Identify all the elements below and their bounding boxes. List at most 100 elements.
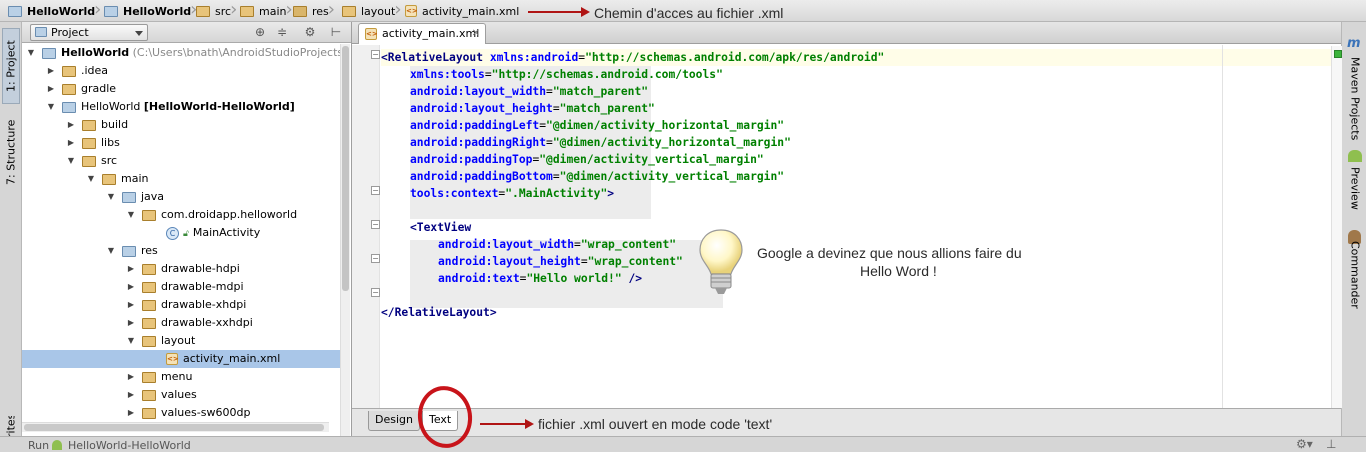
fold-icon[interactable]: − [371,50,380,59]
expand-toggle-icon[interactable]: ▶ [66,116,76,134]
tree-item-values-sw600dp[interactable]: ▶ values-sw600dp [22,404,340,422]
expand-toggle-icon[interactable]: ▶ [126,368,136,386]
breadcrumb-src[interactable]: src › [196,0,237,22]
tree-item-helloworld-project[interactable]: ▼ HelloWorld (C:\Users\bnath\AndroidStudi… [22,44,340,62]
gear-icon[interactable]: ⚙ [302,25,318,40]
expand-toggle-icon[interactable]: ▶ [46,62,56,80]
android-icon [52,440,62,450]
tree-item-idea[interactable]: ▶ .idea [22,62,340,80]
expand-toggle-icon[interactable]: ▶ [126,386,136,404]
code-line: <RelativeLayout xmlns:android="http://sc… [381,51,885,64]
collapse-icon[interactable]: ≑ [274,25,290,40]
android-icon [1348,150,1362,162]
gear-icon[interactable]: ⚙▾ [1296,437,1313,451]
project-view-selector[interactable]: Project [30,24,148,41]
expand-toggle-icon[interactable]: ▶ [126,404,136,422]
breadcrumb-module[interactable]: HelloWorld › [104,0,197,22]
tree-item-libs[interactable]: ▶ libs [22,134,340,152]
preview-tab[interactable]: Preview [1346,165,1364,211]
breadcrumb-layout[interactable]: layout › [342,0,402,22]
expand-toggle-icon[interactable]: ▼ [86,170,96,188]
commander-tab[interactable]: Commander [1346,241,1364,309]
folder-icon [142,371,156,383]
folder-icon [82,119,96,131]
expand-toggle-icon[interactable]: ▶ [126,314,136,332]
tree-item-drawable-hdpi[interactable]: ▶ drawable-hdpi [22,260,340,278]
project-horizontal-scrollbar[interactable] [22,422,329,432]
tree-item-helloworld-module[interactable]: ▼ HelloWorld [HelloWorld-HelloWorld] [22,98,340,116]
scrollbar-thumb[interactable] [342,46,349,291]
breadcrumb-file[interactable]: <> activity_main.xml [405,0,519,22]
source-folder-icon [122,191,136,203]
expand-toggle-icon[interactable]: ▼ [66,152,76,170]
module-folder-icon [62,101,76,113]
folder-icon [240,5,254,17]
tree-item-src[interactable]: ▼ src [22,152,340,170]
expand-toggle-icon[interactable]: ▼ [106,188,116,206]
expand-toggle-icon[interactable]: ▼ [126,332,136,350]
annotation-bulb-line1: Google a devinez que nous allions faire … [757,245,1022,261]
tree-item-drawable-mdpi[interactable]: ▶ drawable-mdpi [22,278,340,296]
code-line: android:paddingBottom="@dimen/activity_v… [410,170,785,183]
tree-item-res[interactable]: ▼ res [22,242,340,260]
code-line: </RelativeLayout> [381,306,497,319]
tree-item-java[interactable]: ▼ java [22,188,340,206]
locate-icon[interactable]: ⊕ [252,25,268,40]
project-tool-tab[interactable]: 1: Project [2,28,20,104]
tree-item-drawable-xhdpi[interactable]: ▶ drawable-xhdpi [22,296,340,314]
tree-item-mainactivity[interactable]: C 🔓︎ MainActivity [22,224,340,242]
chevron-down-icon [135,31,143,36]
annotation-path: Chemin d'acces au fichier .xml [594,5,784,21]
run-label: Run [28,439,50,452]
breadcrumb-res[interactable]: res › [293,0,335,22]
fold-icon[interactable]: − [371,220,380,229]
fold-icon[interactable]: − [371,288,380,297]
structure-tool-tab[interactable]: 7: Structure [2,112,20,192]
project-vertical-scrollbar[interactable] [340,44,350,436]
close-icon[interactable]: ✕ [472,24,480,44]
code-area[interactable]: <RelativeLayout xmlns:android="http://sc… [381,45,1341,408]
tree-item-menu[interactable]: ▶ menu [22,368,340,386]
run-configuration[interactable]: HelloWorld-HelloWorld [68,439,191,452]
folder-icon [82,137,96,149]
expand-toggle-icon[interactable]: ▼ [46,98,56,116]
breadcrumb-main[interactable]: main › [240,0,293,22]
scrollbar-thumb[interactable] [24,424,324,431]
hide-panel-icon[interactable]: ⊢ [328,25,344,40]
fold-icon[interactable]: − [371,254,380,263]
tree-item-drawable-xxhdpi[interactable]: ▶ drawable-xxhdpi [22,314,340,332]
tree-item-activity-main-xml[interactable]: <> activity_main.xml [22,350,340,368]
tree-item-gradle[interactable]: ▶ gradle [22,80,340,98]
editor-gutter: − − − − − [352,45,380,408]
favorites-tool-tab[interactable]: rites [2,416,20,436]
annotation-arrow-top [528,7,590,17]
tree-item-values[interactable]: ▶ values [22,386,340,404]
expand-toggle-icon[interactable]: ▶ [66,134,76,152]
expand-toggle-icon[interactable]: ▶ [126,296,136,314]
file-tab-activity-main[interactable]: <> activity_main.xml ✕ [358,23,486,44]
fold-icon[interactable]: − [371,186,380,195]
annotation-bulb-line2: Hello Word ! [860,263,937,279]
code-line: android:layout_height="wrap_content" [438,255,683,268]
tab-design[interactable]: Design [368,411,420,431]
resource-folder-icon [122,245,136,257]
code-line: android:paddingRight="@dimen/activity_ho… [410,136,791,149]
expand-toggle-icon[interactable]: ▼ [106,242,116,260]
tree-item-package[interactable]: ▼ com.droidapp.helloworld [22,206,340,224]
expand-toggle-icon[interactable]: ▶ [126,278,136,296]
expand-toggle-icon[interactable]: ▼ [26,44,36,62]
maven-projects-tab[interactable]: Maven Projects [1346,54,1364,144]
tree-item-layout[interactable]: ▼ layout [22,332,340,350]
code-line: tools:context=".MainActivity"> [410,187,615,200]
expand-toggle-icon[interactable]: ▶ [126,260,136,278]
expand-toggle-icon[interactable]: ▼ [126,206,136,224]
folder-icon [342,5,356,17]
breadcrumb-project[interactable]: HelloWorld › [8,0,101,22]
folder-icon [82,155,96,167]
folder-icon [62,65,76,77]
tree-item-main[interactable]: ▼ main [22,170,340,188]
expand-toggle-icon[interactable]: ▶ [46,80,56,98]
hide-icon[interactable]: ⊥ [1326,437,1336,451]
tree-item-build[interactable]: ▶ build [22,116,340,134]
xml-file-icon: <> [166,353,179,365]
